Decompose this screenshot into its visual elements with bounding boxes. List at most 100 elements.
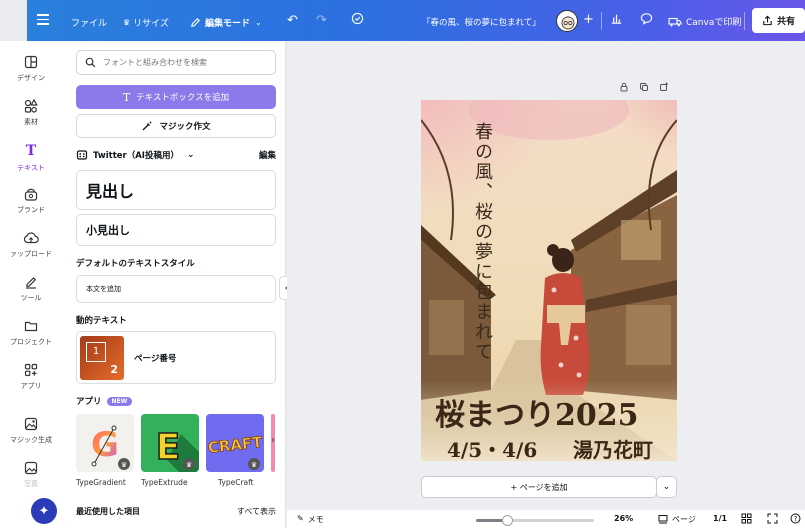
rail-item-photos[interactable]: 写真: [0, 460, 62, 489]
avatar[interactable]: [556, 10, 578, 32]
edit-mode-dropdown[interactable]: 編集モード ⌄: [190, 16, 262, 29]
notes-button[interactable]: ✎ メモ: [297, 514, 324, 525]
app-label: TypeGradient: [76, 478, 126, 487]
search-icon: [85, 57, 96, 68]
page-number-card[interactable]: 1 2 ページ番号: [76, 331, 276, 384]
show-all-link[interactable]: すべて表示: [237, 506, 276, 517]
resize-label: リサイズ: [133, 19, 169, 29]
divider: [744, 12, 745, 30]
canva-assistant-button[interactable]: ✦: [31, 498, 57, 524]
notes-icon: ✎: [297, 514, 304, 523]
rail-label: 素材: [24, 118, 38, 126]
font-search-input[interactable]: [103, 58, 263, 67]
file-menu[interactable]: ファイル: [71, 16, 107, 29]
rail-item-apps[interactable]: アプリ: [0, 362, 62, 391]
rail-item-text[interactable]: T テキスト: [0, 142, 62, 173]
rail-label: ブランド: [17, 206, 45, 214]
design-page[interactable]: 春の風、桜の夢に包まれて 桜まつり2025 4/5・4/6 湯乃花町: [421, 100, 677, 461]
apps-next-arrow-icon[interactable]: ›: [271, 435, 275, 446]
help-icon[interactable]: ?: [790, 513, 801, 526]
rail-label: ツール: [20, 294, 42, 302]
fullscreen-icon[interactable]: [767, 513, 778, 526]
zoom-level[interactable]: 26%: [614, 514, 633, 523]
zoom-slider-knob[interactable]: [502, 515, 513, 526]
brand-kit-name: Twitter（AI投稿用）: [93, 151, 179, 161]
edit-brand-link[interactable]: 編集: [259, 149, 276, 161]
cloud-saved-icon[interactable]: [350, 12, 365, 25]
rail-item-brand[interactable]: ブランド: [0, 186, 62, 215]
apps-heading: アプリ: [76, 397, 102, 407]
insights-chart-icon[interactable]: [610, 12, 623, 25]
redo-icon[interactable]: ↷: [316, 13, 327, 28]
body-text-label: 本文を追加: [86, 285, 121, 293]
photo-icon: [24, 461, 38, 475]
add-page-icon[interactable]: [659, 82, 669, 95]
hamburger-menu-icon[interactable]: [37, 14, 49, 28]
add-heading-button[interactable]: 見出し: [76, 170, 276, 210]
subheading-label: 小見出し: [86, 224, 130, 237]
recent-heading: 最近使用した項目: [76, 507, 140, 516]
typegradient-logo: G ♛: [91, 425, 130, 470]
apps-heading-row: アプリ NEW: [76, 395, 133, 407]
elements-icon: [24, 98, 38, 113]
pages-button[interactable]: ページ: [658, 514, 696, 525]
add-collaborator-icon[interactable]: +: [583, 12, 594, 27]
poster-dates[interactable]: 4/5・4/6: [447, 434, 537, 461]
default-styles-heading: デフォルトのテキストスタイル: [76, 259, 195, 269]
rail-label: アプリ: [20, 382, 42, 390]
chevron-down-icon: ⌄: [186, 150, 195, 160]
add-body-text-button[interactable]: 本文を追加: [76, 275, 276, 303]
document-title[interactable]: 「春の風、桜の夢に包まれて」: [422, 16, 541, 28]
add-page-button[interactable]: + ページを追加: [421, 476, 657, 498]
rail-item-projects[interactable]: プロジェクト: [0, 318, 62, 347]
add-textbox-label: テキストボックスを追加: [136, 93, 230, 103]
lock-icon[interactable]: [619, 82, 629, 95]
pages-icon: [658, 515, 668, 524]
share-button[interactable]: 共有: [752, 8, 805, 33]
pencil-icon: [191, 18, 200, 27]
rail-item-elements[interactable]: 素材: [0, 98, 62, 127]
sparkle-icon: ✦: [38, 503, 50, 519]
brand-icon: [24, 188, 38, 201]
draw-icon: [26, 277, 37, 289]
font-search-box[interactable]: [76, 50, 276, 75]
rail-item-draw[interactable]: ツール: [0, 274, 62, 303]
poster-place[interactable]: 湯乃花町: [573, 434, 653, 461]
poster-vertical-text[interactable]: 春の風、桜の夢に包まれて: [469, 122, 495, 372]
undo-icon[interactable]: ↶: [287, 13, 298, 28]
brand-kit-row: Twitter（AI投稿用） ⌄ 編集: [76, 149, 276, 161]
rail-label: テキスト: [17, 164, 45, 172]
new-badge: NEW: [106, 396, 133, 406]
zoom-slider[interactable]: [476, 515, 594, 526]
poster-title[interactable]: 桜まつり2025: [435, 390, 665, 434]
magic-write-button[interactable]: マジック作文: [76, 114, 276, 138]
duplicate-page-icon[interactable]: [639, 82, 649, 95]
add-page-options-button[interactable]: ⌄: [656, 476, 677, 498]
truck-icon: [668, 17, 682, 26]
app-card-typegradient[interactable]: G ♛: [76, 414, 134, 472]
left-rail: デザイン 素材 T テキスト ブランド ァップロード ツール プロジェクト アプ…: [0, 41, 62, 528]
page-count: 1/1: [713, 514, 728, 523]
rail-item-magic-media[interactable]: マジック生成: [0, 416, 62, 445]
svg-text:E: E: [156, 427, 181, 468]
text-panel: T テキストボックスを追加 マジック作文 Twitter（AI投稿用） ⌄ 編集…: [62, 41, 286, 528]
resize-button[interactable]: ♛ リサイズ: [123, 16, 169, 29]
page-toolbar: [619, 82, 669, 95]
bottom-bar: ✎ メモ 26% ページ 1/1 ?: [287, 510, 805, 528]
add-subheading-button[interactable]: 小見出し: [76, 214, 276, 246]
rail-label: プロジェクト: [10, 338, 52, 346]
chevron-down-icon: ⌄: [255, 18, 262, 27]
rail-item-upload[interactable]: ァップロード: [0, 230, 62, 259]
app-card-typecraft[interactable]: CRAFT ♛: [206, 414, 264, 472]
app-card-typeextrude[interactable]: E ♛: [141, 414, 199, 472]
comment-icon[interactable]: [640, 12, 653, 25]
share-icon: [763, 15, 772, 26]
notes-label: メモ: [307, 515, 324, 524]
typeextrude-logo: E ♛: [155, 426, 199, 472]
grid-view-icon[interactable]: [741, 513, 752, 526]
rail-item-design[interactable]: デザイン: [0, 54, 62, 83]
print-with-canva-button[interactable]: Canvaで印刷: [668, 15, 741, 28]
add-textbox-button[interactable]: T テキストボックスを追加: [76, 85, 276, 109]
brand-kit-selector[interactable]: Twitter（AI投稿用） ⌄: [76, 149, 195, 161]
heading-label: 見出し: [86, 182, 135, 201]
